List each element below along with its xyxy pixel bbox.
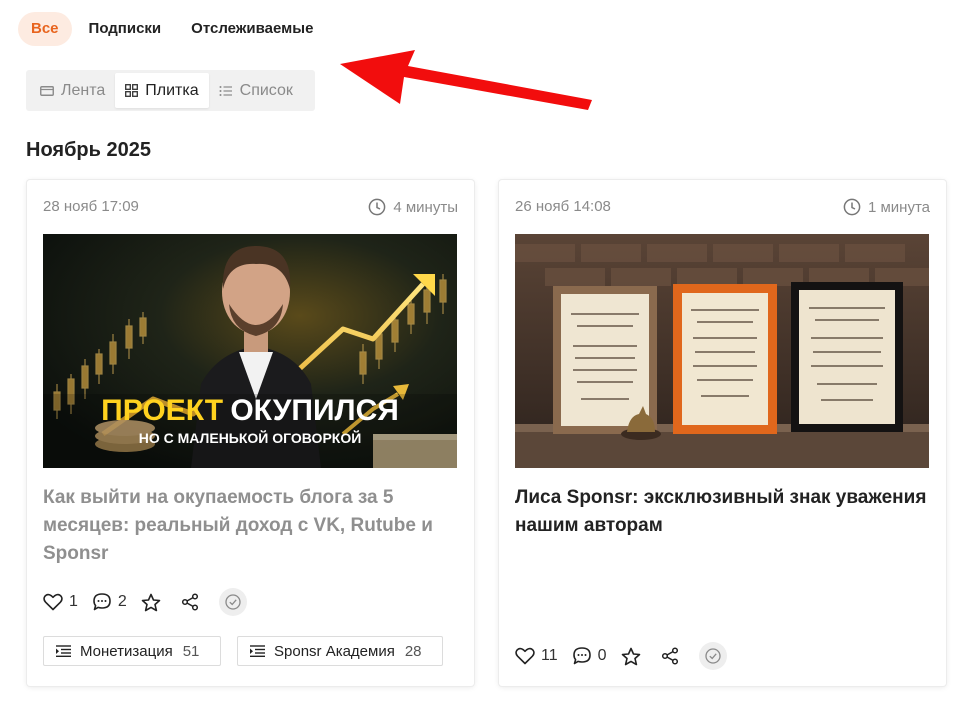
tag-chip[interactable]: Монетизация 51 (43, 636, 221, 666)
thumb-caption-sub: НО С МАЛЕНЬКОЙ ОГОВОРКОЙ (139, 429, 362, 446)
reading-time-label: 4 минуты (393, 198, 458, 216)
like-count: 1 (69, 593, 78, 610)
post-image[interactable]: ПРОЕКТ ОКУПИЛСЯ НО С МАЛЕНЬКОЙ ОГОВОРКОЙ (43, 234, 457, 468)
reading-time: 4 минуты (368, 198, 458, 216)
post-image[interactable] (515, 234, 929, 468)
tag-count: 28 (404, 642, 422, 660)
comment-count: 2 (117, 593, 127, 610)
view-switch: Лента Плитка Список (26, 70, 315, 111)
post-card[interactable]: 28 нояб 17:09 4 минуты ПРОЕКТ ОКУПИЛСЯ Н… (27, 180, 474, 686)
comment-count: 0 (597, 647, 607, 664)
grid-icon (125, 84, 139, 97)
comment-button[interactable]: 2 (92, 592, 127, 612)
view-feed-button[interactable]: Лента (30, 73, 115, 108)
tag-label: Монетизация (80, 642, 173, 660)
feed-icon (40, 85, 54, 96)
comment-icon (93, 593, 111, 611)
share-icon (661, 647, 678, 665)
indent-list-icon (56, 645, 71, 657)
clock-icon (369, 198, 386, 216)
post-date: 28 нояб 17:09 (43, 198, 139, 215)
tab-all[interactable]: Все (18, 12, 72, 46)
annotation-arrow (340, 50, 592, 110)
like-count: 11 (541, 647, 558, 664)
post-actions: 11 0 (515, 642, 727, 670)
view-list-label: Список (239, 81, 293, 99)
tag-count: 51 (182, 642, 200, 660)
view-feed-label: Лента (61, 81, 106, 99)
post-tags: Монетизация 51 Sponsr Академия 28 (43, 636, 459, 666)
month-heading: Ноябрь 2025 (26, 139, 151, 161)
favorite-button[interactable] (141, 593, 167, 612)
post-title[interactable]: Лиса Sponsr: эксклюзивный знак уважения … (515, 484, 928, 540)
comment-button[interactable]: 0 (572, 646, 607, 666)
post-card[interactable]: 26 нояб 14:08 1 минута Лиса Sponsr: экск… (499, 180, 946, 686)
thumb-caption-main: ПРОЕКТ ОКУПИЛСЯ (101, 394, 399, 427)
like-button[interactable]: 11 (515, 647, 558, 665)
view-tiles-button[interactable]: Плитка (115, 73, 209, 108)
star-icon (141, 593, 161, 611)
reading-time-label: 1 минута (867, 198, 930, 216)
post-meta: 26 нояб 14:08 1 минута (515, 198, 930, 216)
check-circle-icon (225, 594, 241, 610)
tag-chip[interactable]: Sponsr Академия 28 (237, 636, 443, 666)
share-button[interactable] (661, 647, 685, 665)
star-icon (621, 647, 640, 665)
check-circle-icon (704, 648, 721, 664)
indent-list-icon (250, 645, 265, 657)
share-button[interactable] (181, 593, 205, 611)
comment-icon (572, 647, 591, 665)
favorite-button[interactable] (621, 647, 647, 666)
post-date: 26 нояб 14:08 (515, 198, 611, 215)
like-button[interactable]: 1 (43, 593, 78, 611)
post-actions: 1 2 (43, 588, 247, 616)
post-meta: 28 нояб 17:09 4 минуты (43, 198, 458, 216)
view-tiles-label: Плитка (145, 81, 199, 99)
reading-time: 1 минута (843, 198, 930, 216)
mark-read-button[interactable] (698, 642, 727, 670)
post-title[interactable]: Как выйти на окупаемость блога за 5 меся… (43, 484, 456, 568)
clock-icon (843, 198, 861, 216)
heart-icon (43, 593, 63, 611)
share-icon (181, 593, 198, 611)
heart-icon (515, 647, 535, 665)
tab-followed[interactable]: Отслеживаемые (178, 12, 326, 46)
filter-tabs: Все Подписки Отслеживаемые (18, 12, 330, 46)
tag-label: Sponsr Академия (274, 642, 395, 660)
view-list-button[interactable]: Список (209, 73, 303, 108)
mark-read-button[interactable] (218, 588, 247, 616)
tab-subscriptions[interactable]: Подписки (76, 12, 175, 46)
list-icon (219, 85, 232, 96)
